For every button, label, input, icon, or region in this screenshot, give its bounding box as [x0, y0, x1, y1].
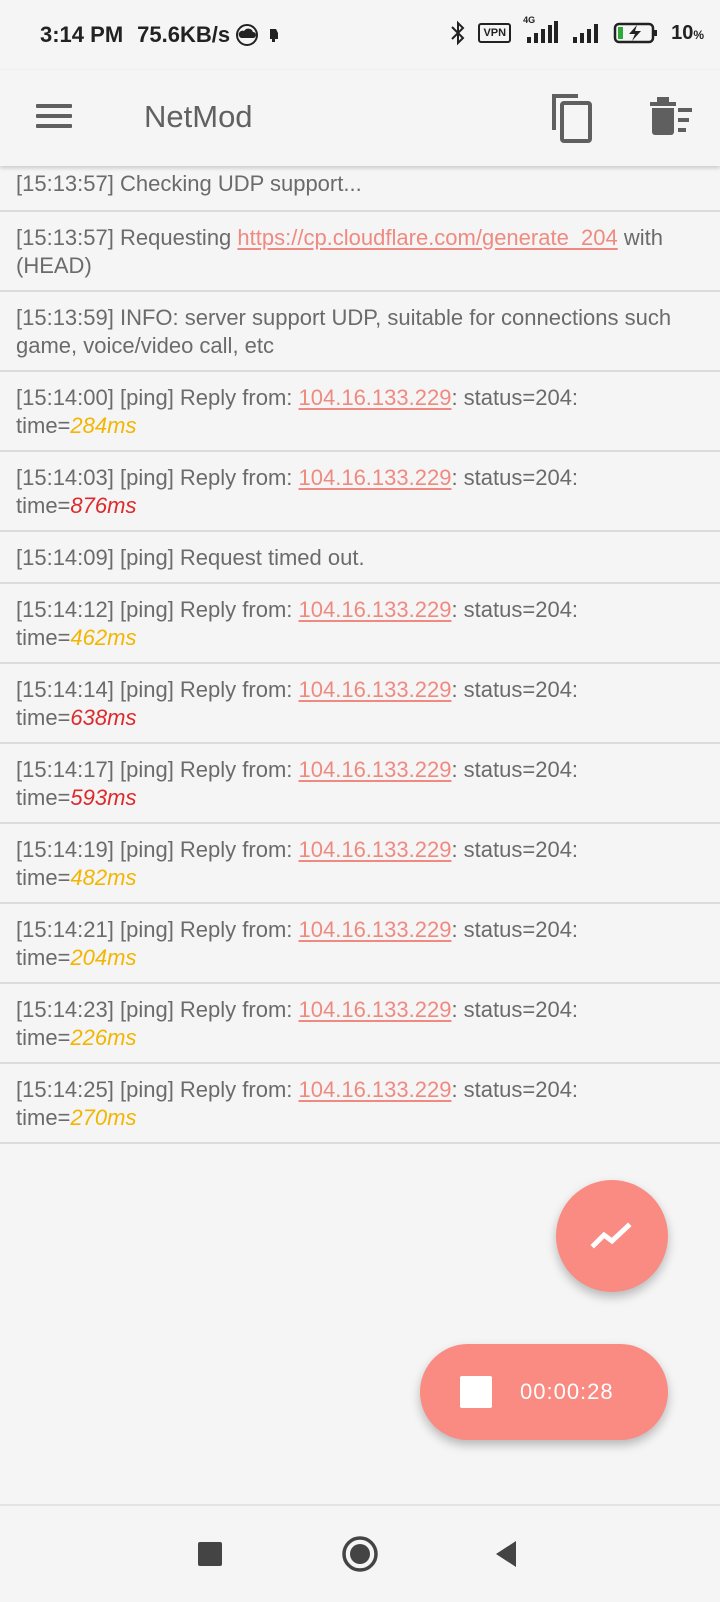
log-timestamp: [15:14:09]: [16, 545, 114, 570]
log-message: INFO: server support UDP, suitable for c…: [16, 305, 672, 358]
log-link[interactable]: 104.16.133.229: [299, 837, 452, 862]
log-entry: [15:14:09] [ping] Request timed out.: [0, 532, 720, 584]
status-bar-left: 3:14 PM 75.6KB/s: [40, 22, 284, 48]
log-link[interactable]: 104.16.133.229: [299, 1077, 452, 1102]
battery-percent: 10%: [671, 22, 704, 45]
cloud-icon: [234, 24, 260, 46]
log-message: [ping] Reply from:: [113, 385, 299, 410]
ping-time: 876ms: [70, 493, 137, 518]
system-nav-bar: [0, 1504, 720, 1602]
log-message: [ping] Reply from:: [113, 597, 299, 622]
log-entry: [15:14:17] [ping] Reply from: 104.16.133…: [0, 744, 720, 824]
ping-time: 593ms: [70, 785, 137, 810]
log-timestamp: [15:14:00]: [16, 385, 114, 410]
stop-icon: [460, 1376, 492, 1408]
log-link[interactable]: 104.16.133.229: [299, 677, 452, 702]
log-timestamp: [15:14:14]: [16, 677, 114, 702]
log-list[interactable]: [15:13:57] Checking UDP support... [15:1…: [0, 166, 720, 1144]
ping-time: 638ms: [70, 705, 137, 730]
battery-value: 10: [671, 21, 694, 44]
log-message: [ping] Reply from:: [113, 997, 299, 1022]
log-message: [ping] Reply from:: [113, 677, 299, 702]
back-triangle-icon: [496, 1541, 516, 1567]
log-entry: [15:14:00] [ping] Reply from: 104.16.133…: [0, 372, 720, 452]
recents-button[interactable]: [182, 1526, 238, 1582]
trending-up-icon: [590, 1222, 632, 1249]
log-link[interactable]: https://cp.cloudflare.com/generate_204: [237, 225, 617, 250]
log-timestamp: [15:14:19]: [16, 837, 114, 862]
log-message: Requesting: [113, 225, 238, 250]
ping-time: 284ms: [70, 413, 137, 438]
log-timestamp: [15:13:57]: [16, 225, 114, 250]
ping-time: 204ms: [70, 945, 137, 970]
home-circle-icon: [342, 1536, 378, 1572]
log-timestamp: [15:14:03]: [16, 465, 114, 490]
signal-4g-icon: 4G: [523, 15, 559, 45]
log-entry: [15:14:21] [ping] Reply from: 104.16.133…: [0, 904, 720, 984]
log-link[interactable]: 104.16.133.229: [299, 997, 452, 1022]
log-message: Checking UDP support...: [113, 171, 362, 196]
net-speed-value: 75.6KB/s: [137, 22, 231, 47]
log-entry: [15:14:03] [ping] Reply from: 104.16.133…: [0, 452, 720, 532]
home-button[interactable]: [332, 1526, 388, 1582]
copy-log-button[interactable]: [548, 90, 598, 146]
menu-button[interactable]: [32, 98, 76, 138]
connection-timer: 00:00:28: [520, 1379, 614, 1404]
log-entry: [15:14:14] [ping] Reply from: 104.16.133…: [0, 664, 720, 744]
hamburger-icon-line: [36, 114, 72, 118]
notification-app-icon: [264, 25, 284, 45]
status-bar: 3:14 PM 75.6KB/s VPN 4G 10%: [0, 0, 720, 70]
log-entry: [15:14:25] [ping] Reply from: 104.16.133…: [0, 1064, 720, 1144]
log-message: [ping] Reply from:: [113, 1077, 299, 1102]
log-link[interactable]: 104.16.133.229: [299, 385, 452, 410]
clear-log-button[interactable]: [646, 92, 696, 144]
log-timestamp: [15:14:25]: [16, 1077, 114, 1102]
log-entry: [15:14:23] [ping] Reply from: 104.16.133…: [0, 984, 720, 1064]
battery-charging-icon: [613, 21, 659, 45]
clock: 3:14 PM: [40, 22, 124, 47]
bluetooth-icon: [450, 20, 466, 46]
app-title: NetMod: [144, 99, 253, 134]
network-type-label: 4G: [523, 15, 536, 25]
log-link[interactable]: 104.16.133.229: [299, 597, 452, 622]
delete-sweep-icon: [650, 97, 692, 135]
ping-time: 226ms: [70, 1025, 137, 1050]
log-entry: [15:13:57] Requesting https://cp.cloudfl…: [0, 212, 720, 292]
back-button[interactable]: [478, 1526, 534, 1582]
vpn-icon: VPN: [478, 23, 512, 43]
log-link[interactable]: 104.16.133.229: [299, 465, 452, 490]
ping-time: 462ms: [70, 625, 137, 650]
log-entry: [15:13:57] Checking UDP support...: [0, 166, 720, 212]
log-link[interactable]: 104.16.133.229: [299, 757, 452, 782]
log-timestamp: [15:14:23]: [16, 997, 114, 1022]
log-timestamp: [15:14:17]: [16, 757, 114, 782]
signal-sim2-icon: [571, 21, 601, 45]
log-timestamp: [15:14:21]: [16, 917, 114, 942]
log-message: [ping] Reply from:: [113, 465, 299, 490]
log-entry: [15:14:19] [ping] Reply from: 104.16.133…: [0, 824, 720, 904]
hamburger-icon-line: [36, 124, 72, 128]
copy-icon: [552, 94, 592, 143]
hamburger-icon-line: [36, 104, 72, 108]
log-timestamp: [15:13:57]: [16, 171, 114, 196]
ping-time: 482ms: [70, 865, 137, 890]
battery-unit: %: [693, 27, 704, 42]
log-timestamp: [15:13:59]: [16, 305, 114, 330]
log-link[interactable]: 104.16.133.229: [299, 917, 452, 942]
log-message: [ping] Request timed out.: [113, 545, 365, 570]
net-speed: 75.6KB/s: [137, 22, 284, 48]
app-bar: NetMod: [0, 70, 720, 166]
graph-fab-button[interactable]: [556, 1180, 668, 1292]
recents-square-icon: [198, 1542, 222, 1566]
status-bar-right: VPN 4G 10%: [450, 15, 704, 46]
log-message: [ping] Reply from:: [113, 917, 299, 942]
log-entry: [15:13:59] INFO: server support UDP, sui…: [0, 292, 720, 372]
log-message: [ping] Reply from:: [113, 757, 299, 782]
ping-time: 270ms: [70, 1105, 137, 1130]
log-message: [ping] Reply from:: [113, 837, 299, 862]
stop-connection-button[interactable]: 00:00:28: [420, 1344, 668, 1440]
log-entry: [15:14:12] [ping] Reply from: 104.16.133…: [0, 584, 720, 664]
log-timestamp: [15:14:12]: [16, 597, 114, 622]
